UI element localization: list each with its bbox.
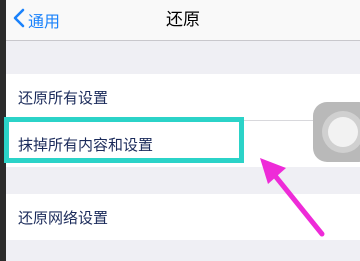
back-label: 通用: [28, 12, 61, 31]
back-button[interactable]: 通用: [12, 0, 60, 40]
reset-network-settings-label: 还原网络设置: [18, 208, 109, 227]
arrow-annotation-icon: [260, 158, 325, 237]
chevron-left-icon: [12, 8, 26, 32]
erase-all-content-and-settings-label: 抹掉所有内容和设置: [18, 135, 154, 154]
reset-all-settings-item[interactable]: 还原所有设置: [6, 74, 360, 120]
reset-all-settings-label: 还原所有设置: [18, 88, 109, 107]
navigation-bar: 还原 通用: [6, 0, 360, 41]
